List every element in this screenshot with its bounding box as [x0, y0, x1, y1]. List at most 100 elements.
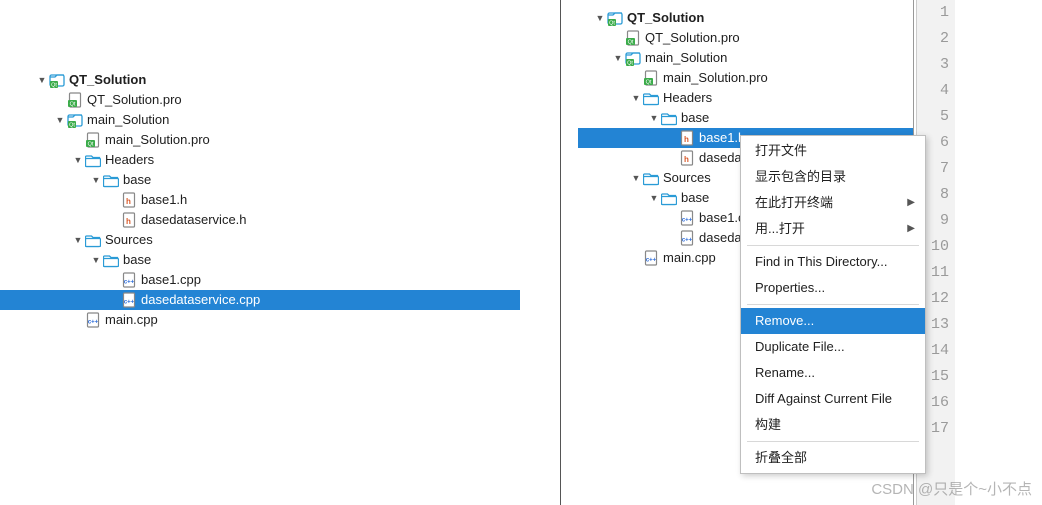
tree-row-label: base1.cpp [141, 270, 201, 290]
caret-open-icon[interactable] [35, 70, 49, 91]
tree-row-label: Sources [663, 168, 711, 188]
menu-item[interactable]: 在此打开终端 ▶ [741, 190, 925, 216]
submenu-arrow-icon: ▶ [907, 190, 915, 216]
caret-open-icon[interactable] [71, 230, 85, 251]
tree-row[interactable]: main_Solution.pro [0, 130, 520, 150]
menu-item[interactable]: 打开文件 [741, 138, 925, 164]
menu-item[interactable]: Diff Against Current File [741, 386, 925, 412]
pro-file-icon [625, 30, 641, 46]
menu-item[interactable]: 用...打开 ▶ [741, 216, 925, 242]
folder-hdr-icon [643, 90, 659, 106]
tree-row-label: QT_Solution.pro [645, 28, 740, 48]
pro-file-icon [85, 132, 101, 148]
project-tree-left[interactable]: QT_SolutionQT_Solution.promain_Solutionm… [0, 0, 520, 505]
menu-item-label: 在此打开终端 [755, 195, 833, 210]
context-menu[interactable]: 打开文件显示包含的目录在此打开终端 ▶ 用...打开 ▶ Find in This Di… [740, 135, 926, 474]
tree-row-label: main.cpp [663, 248, 716, 268]
caret-open-icon[interactable] [647, 108, 661, 128]
tree-row[interactable]: Headers [578, 88, 913, 108]
tree-row-label: main_Solution.pro [663, 68, 768, 88]
tree-row[interactable]: main.cpp [0, 310, 520, 330]
folder-icon [661, 110, 677, 126]
h-file-icon [121, 192, 137, 208]
line-number: 3 [917, 52, 955, 78]
line-number: 4 [917, 78, 955, 104]
tree-row-label: Sources [105, 230, 153, 250]
menu-item[interactable]: Find in This Directory... [741, 249, 925, 275]
menu-item[interactable]: Duplicate File... [741, 334, 925, 360]
project-icon [625, 50, 641, 66]
menu-item-label: 构建 [755, 417, 781, 432]
menu-item[interactable]: Rename... [741, 360, 925, 386]
pro-file-icon [67, 92, 83, 108]
folder-icon [661, 190, 677, 206]
tree-row-label: Headers [663, 88, 712, 108]
tree-row[interactable]: base [0, 250, 520, 270]
tree-row[interactable]: QT_Solution [0, 70, 520, 90]
menu-separator [747, 441, 919, 442]
tree-row-label: QT_Solution.pro [87, 90, 182, 110]
tree-row[interactable]: QT_Solution.pro [578, 28, 913, 48]
tree-row-label: dasedataservice.cpp [141, 290, 260, 310]
cpp-file-icon [85, 312, 101, 328]
tree-row-label: base1.h [699, 128, 745, 148]
tree-row[interactable]: Sources [0, 230, 520, 250]
tree-row-label: base [681, 108, 709, 128]
tree-row[interactable]: dasedataservice.cpp [0, 290, 520, 310]
tree-row[interactable]: base [578, 108, 913, 128]
caret-open-icon[interactable] [89, 170, 103, 191]
tree-row-label: main_Solution [87, 110, 169, 130]
tree-row[interactable]: base1.cpp [0, 270, 520, 290]
menu-item[interactable]: 构建 [741, 412, 925, 438]
caret-open-icon[interactable] [593, 8, 607, 28]
tree-row[interactable]: dasedataservice.h [0, 210, 520, 230]
menu-item[interactable]: 显示包含的目录 [741, 164, 925, 190]
caret-open-icon[interactable] [71, 150, 85, 171]
tree-row-label: base1.h [141, 190, 187, 210]
menu-separator [747, 245, 919, 246]
caret-open-icon[interactable] [629, 88, 643, 108]
tree-row[interactable]: main_Solution [578, 48, 913, 68]
project-icon [49, 72, 65, 88]
menu-item-label: Find in This Directory... [755, 254, 887, 269]
tree-row[interactable]: base1.h [0, 190, 520, 210]
tree-row[interactable]: Headers [0, 150, 520, 170]
tree-row[interactable]: base [0, 170, 520, 190]
cpp-file-icon [643, 250, 659, 266]
tree-row-label: dasedataservice.h [141, 210, 247, 230]
caret-open-icon[interactable] [611, 48, 625, 68]
vertical-divider [560, 0, 561, 505]
menu-item[interactable]: Remove... [741, 308, 925, 334]
project-icon [607, 10, 623, 26]
tree-row[interactable]: QT_Solution [578, 8, 913, 28]
line-number: 2 [917, 26, 955, 52]
caret-open-icon[interactable] [89, 250, 103, 271]
tree-row-label: main_Solution [645, 48, 727, 68]
menu-item-label: Properties... [755, 280, 825, 295]
caret-open-icon[interactable] [647, 188, 661, 208]
menu-item-label: 用...打开 [755, 221, 805, 236]
tree-row-label: base [123, 250, 151, 270]
folder-icon [103, 172, 119, 188]
cpp-file-icon [679, 210, 695, 226]
folder-hdr-icon [85, 152, 101, 168]
line-number: 1 [917, 0, 955, 26]
menu-item[interactable]: Properties... [741, 275, 925, 301]
line-number: 5 [917, 104, 955, 130]
tree-row[interactable]: main_Solution.pro [578, 68, 913, 88]
folder-src-icon [643, 170, 659, 186]
tree-row[interactable]: QT_Solution.pro [0, 90, 520, 110]
submenu-arrow-icon: ▶ [907, 216, 915, 242]
menu-item-label: Rename... [755, 365, 815, 380]
menu-item[interactable]: 折叠全部 [741, 445, 925, 471]
pro-file-icon [643, 70, 659, 86]
tree-row[interactable]: main_Solution [0, 110, 520, 130]
tree-row-label: QT_Solution [69, 70, 146, 90]
folder-icon [103, 252, 119, 268]
menu-separator [747, 304, 919, 305]
caret-open-icon[interactable] [53, 110, 67, 131]
caret-open-icon[interactable] [629, 168, 643, 188]
tree-row-label: main_Solution.pro [105, 130, 210, 150]
tree-row-label: Headers [105, 150, 154, 170]
h-file-icon [679, 150, 695, 166]
